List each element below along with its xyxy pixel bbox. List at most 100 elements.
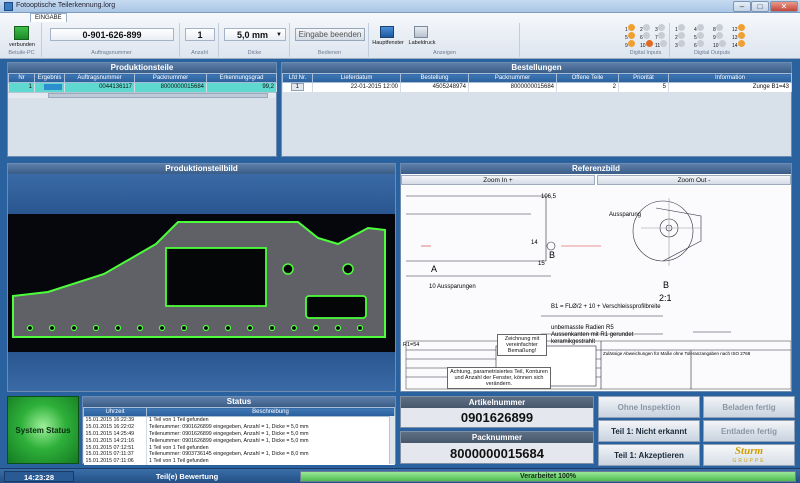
table-row[interactable]: 1 22-01-2015 12:00 4505248974 8000000015… [282, 82, 792, 92]
loading-done-button[interactable]: Beladen fertig [703, 396, 795, 418]
col-header[interactable]: Auftragsnummer [64, 73, 135, 83]
logo-name: Sturm [734, 445, 764, 457]
part-accept-button[interactable]: Teil 1: Akzeptieren [598, 444, 700, 466]
status-row[interactable]: 15.01.2015 16:22:02 Teilenummer: 09016268… [83, 423, 395, 431]
part-hole [48, 324, 56, 332]
dim-106-5: 106,5 [541, 194, 557, 200]
col-header[interactable]: Erkennungsgrad [206, 73, 277, 83]
status-panel: Status Uhrzeit Beschreibung 15.01.2015 1… [82, 396, 396, 465]
col-header[interactable]: Bestellung [400, 73, 469, 83]
part-hole [290, 324, 298, 332]
operate-group-label: Bedienen [317, 50, 342, 56]
part-hole [246, 324, 254, 332]
part-image-title: Produktionsteilbild [8, 164, 395, 174]
part-hole [268, 324, 276, 332]
tab-eingabe[interactable]: EINGABE [30, 13, 67, 22]
col-header[interactable]: Lfd Nr. [282, 73, 313, 83]
cell-open: 2 [556, 82, 619, 92]
col-header[interactable]: Nr [8, 73, 35, 83]
col-header[interactable]: Information [668, 73, 792, 83]
maximize-button[interactable]: □ [751, 1, 769, 12]
unloading-done-button[interactable]: Entladen fertig [703, 420, 795, 442]
status-cell-time: 15.01.2015 16:22:02 [83, 423, 147, 431]
parametric-warning: Achtung, parametrisiertes Teil, Konturen… [447, 367, 551, 389]
orders-title: Bestellungen [282, 63, 791, 73]
logo-sub: GRUPPE [732, 458, 766, 464]
minimize-button[interactable]: – [733, 1, 751, 12]
vertical-scrollbar[interactable] [389, 416, 395, 464]
thickness-value: 5,0 mm [237, 30, 269, 40]
no-inspection-button[interactable]: Ohne Inspektion [598, 396, 700, 418]
lamp-icon [645, 40, 653, 47]
window-title: Fotooptische Teilerkennung.lorg [16, 2, 116, 9]
thickness-select[interactable]: 5,0 mm ▼ [224, 28, 286, 41]
order-number-group: 0-901-626-899 Auftragsnummer [44, 23, 180, 57]
display-group-label: Anzeigen [433, 50, 456, 56]
lamp-icon [696, 40, 704, 47]
cell-pack: 8000000015684 [468, 82, 557, 92]
lamp-number: 10 [713, 43, 719, 49]
status-cell-time: 15.01.2015 07:11:37 [83, 450, 147, 458]
title-bar: Fotooptische Teilerkennung.lorg – □ ✕ [0, 0, 800, 13]
part-not-recognized-button[interactable]: Teil 1: Nicht erkannt [598, 420, 700, 442]
main-window-icon[interactable] [380, 26, 394, 38]
order-row-button[interactable]: 1 [290, 83, 304, 92]
digital-input-lamp: 10 [640, 40, 653, 49]
detail-b-label: B [663, 280, 669, 290]
reference-panel: Referenzbild Zoom In + Zoom Out - 106,5 … [400, 163, 792, 392]
zoom-out-button[interactable]: Zoom Out - [597, 175, 791, 185]
cell-prio: 5 [618, 82, 669, 92]
connection-group: verbunden Betuile-PC [2, 23, 42, 57]
part-hole [312, 324, 320, 332]
sturm-logo: Sturm GRUPPE [703, 444, 795, 466]
radius-note: R1=54 [403, 342, 419, 348]
status-row[interactable]: 15.01.2015 07:11:06 1 Teil von 1 Teil gef… [83, 457, 395, 465]
col-header[interactable]: Ergebnis [34, 73, 65, 83]
progress-bar: Verarbeitet 100% [300, 471, 796, 482]
status-cell-desc: 1 Teil von 1 Teil gefunden [146, 416, 395, 424]
digital-output-lamp: 14 [732, 40, 745, 49]
zoom-in-button[interactable]: Zoom In + [401, 175, 595, 185]
scrollbar-thumb[interactable] [48, 92, 268, 98]
cell-rate: 99,2 [206, 82, 277, 92]
quantity-field[interactable]: 1 [185, 28, 215, 41]
col-header[interactable]: Priorität [618, 73, 669, 83]
digital-inputs-group: 1 2 3 5 6 7 9 10 11 Digital Inputs [622, 23, 670, 57]
part-hole [158, 324, 166, 332]
status-row[interactable]: 15.01.2015 07:12:51 1 Teil von 1 Teil gef… [83, 444, 395, 451]
close-button[interactable]: ✕ [770, 1, 798, 12]
chevron-down-icon: ▼ [276, 32, 282, 38]
progress-label: Verarbeitet 100% [519, 473, 577, 480]
table-row[interactable]: 1 0044136117 8000000015684 99,2 [8, 82, 277, 92]
status-row[interactable]: 15.01.2015 16:22:39 1 Teil von 1 Teil gef… [83, 416, 395, 424]
digital-output-lamp: 3 [675, 40, 685, 49]
orders-table: Lfd Nr. Lieferdatum Bestellung Packnumme… [282, 73, 792, 92]
horizontal-scrollbar[interactable] [8, 91, 276, 98]
digital-outputs-label: Digital Outputs [693, 50, 731, 56]
lamp-icon [715, 32, 723, 39]
production-parts-table: Nr Ergebnis Auftragsnummer Packnummer Er… [8, 73, 277, 92]
status-row[interactable]: 15.01.2015 14:25:49 Teilenummer: 09016268… [83, 430, 395, 438]
col-header[interactable]: Offene Teile [556, 73, 619, 83]
finish-input-button[interactable]: Eingabe beenden [295, 28, 365, 41]
status-row[interactable]: 15.01.2015 07:11:37 Teilenummer: 09037361… [83, 450, 395, 458]
printer-icon[interactable] [414, 26, 428, 38]
lamp-icon [642, 24, 650, 31]
reference-title: Referenzbild [401, 164, 791, 174]
status-row[interactable]: 15.01.2015 14:21:16 Teilenummer: 09016268… [83, 437, 395, 445]
order-number-field[interactable]: 0-901-626-899 [50, 28, 174, 41]
lamp-icon [677, 24, 685, 31]
col-header[interactable]: Beschreibung [146, 407, 395, 417]
cell-nr: 1 [282, 82, 313, 92]
lamp-icon [627, 40, 635, 47]
col-header[interactable]: Lieferdatum [312, 73, 401, 83]
col-header[interactable]: Uhrzeit [83, 407, 147, 417]
digital-inputs-label: Digital Inputs [629, 50, 662, 56]
col-header[interactable]: Packnummer [468, 73, 557, 83]
col-header[interactable]: Packnummer [134, 73, 207, 83]
status-cell-desc: Teilenummer: 0901626899 eingegeben, Anza… [146, 423, 395, 431]
cell-info: Zunge B1=43 [668, 82, 792, 92]
lamp-icon [627, 32, 635, 39]
production-parts-title: Produktionsteile [8, 63, 276, 73]
digital-output-lamp: 6 [694, 40, 704, 49]
